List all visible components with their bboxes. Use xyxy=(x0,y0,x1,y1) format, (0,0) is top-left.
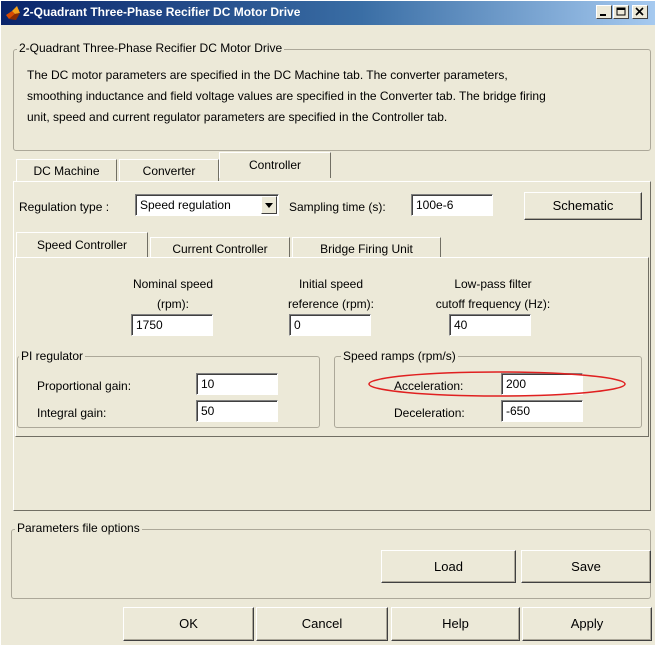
tab-converter-label: Converter xyxy=(142,164,196,178)
deceleration-label: Deceleration: xyxy=(394,406,465,420)
apply-button-label: Apply xyxy=(570,616,604,631)
proportional-gain-value: 10 xyxy=(201,377,215,391)
window-title: 2-Quadrant Three-Phase Recifier DC Motor… xyxy=(23,5,301,19)
save-button[interactable]: Save xyxy=(521,550,651,583)
integral-gain-value: 50 xyxy=(201,404,215,418)
initial-speed-label-2: reference (rpm): xyxy=(287,297,375,311)
lowpass-label-1: Low-pass filter xyxy=(454,277,532,291)
regulation-type-value: Speed regulation xyxy=(140,198,231,212)
tab-speed-controller[interactable]: Speed Controller xyxy=(16,232,148,257)
load-button[interactable]: Load xyxy=(381,550,516,583)
help-button[interactable]: Help xyxy=(391,607,520,641)
description-line-1: The DC motor parameters are specified in… xyxy=(27,68,508,82)
chevron-down-icon[interactable] xyxy=(261,196,277,214)
maximize-icon[interactable] xyxy=(613,5,629,19)
close-icon[interactable] xyxy=(632,5,648,19)
tab-controller-label: Controller xyxy=(248,158,302,172)
initial-speed-input[interactable]: 0 xyxy=(289,314,371,336)
deceleration-input[interactable]: -650 xyxy=(501,400,583,422)
proportional-gain-input[interactable]: 10 xyxy=(196,373,278,395)
initial-speed-label-1: Initial speed xyxy=(298,277,364,291)
description-line-3: unit, speed and current regulator parame… xyxy=(27,110,448,124)
nominal-speed-input[interactable]: 1750 xyxy=(131,314,213,336)
description-line-2: smoothing inductance and field voltage v… xyxy=(27,89,546,103)
title-bar[interactable]: 2-Quadrant Three-Phase Recifier DC Motor… xyxy=(1,1,655,25)
dialog-window: 2-Quadrant Three-Phase Recifier DC Motor… xyxy=(0,0,655,645)
sampling-time-value: 100e-6 xyxy=(416,198,454,212)
integral-gain-label: Integral gain: xyxy=(37,406,107,420)
nominal-speed-label-2: (rpm): xyxy=(157,297,189,311)
initial-speed-value: 0 xyxy=(294,318,301,332)
highlight-ellipse xyxy=(368,371,626,397)
speed-ramps-legend: Speed ramps (rpm/s) xyxy=(341,349,458,363)
save-button-label: Save xyxy=(571,559,601,574)
pi-regulator-legend: PI regulator xyxy=(19,349,86,363)
schematic-button-label: Schematic xyxy=(552,198,614,213)
help-button-label: Help xyxy=(442,616,469,631)
main-group-legend: 2-Quadrant Three-Phase Recifier DC Motor… xyxy=(17,41,285,55)
sampling-time-label: Sampling time (s): xyxy=(289,200,386,214)
matlab-icon xyxy=(5,5,21,21)
tab-current-controller-label: Current Controller xyxy=(172,242,268,256)
regulation-type-label: Regulation type : xyxy=(19,200,110,214)
nominal-speed-label-1: Nominal speed xyxy=(132,277,214,291)
ok-button[interactable]: OK xyxy=(123,607,254,641)
tab-dc-machine-label: DC Machine xyxy=(33,164,100,178)
deceleration-value: -650 xyxy=(506,404,531,418)
lowpass-value: 40 xyxy=(454,318,468,332)
lowpass-input[interactable]: 40 xyxy=(449,314,531,336)
tab-speed-controller-label: Speed Controller xyxy=(36,238,128,252)
proportional-gain-label: Proportional gain: xyxy=(37,379,132,393)
cancel-button[interactable]: Cancel xyxy=(256,607,388,641)
integral-gain-input[interactable]: 50 xyxy=(196,400,278,422)
apply-button[interactable]: Apply xyxy=(522,607,652,641)
load-button-label: Load xyxy=(434,559,463,574)
tab-bridge-firing-unit[interactable]: Bridge Firing Unit xyxy=(292,237,441,259)
tab-dc-machine[interactable]: DC Machine xyxy=(16,159,117,181)
minimize-icon[interactable] xyxy=(596,5,612,19)
schematic-button[interactable]: Schematic xyxy=(524,192,642,220)
parameters-file-legend: Parameters file options xyxy=(15,521,142,535)
tab-converter[interactable]: Converter xyxy=(119,159,219,181)
sampling-time-input[interactable]: 100e-6 xyxy=(411,194,493,216)
ok-button-label: OK xyxy=(179,616,198,631)
cancel-button-label: Cancel xyxy=(301,616,343,631)
tab-current-controller[interactable]: Current Controller xyxy=(150,237,290,259)
nominal-speed-value: 1750 xyxy=(136,318,163,332)
regulation-type-dropdown[interactable]: Speed regulation xyxy=(135,194,279,216)
lowpass-label-2: cutoff frequency (Hz): xyxy=(435,297,551,311)
tab-bridge-firing-unit-label: Bridge Firing Unit xyxy=(320,242,413,256)
tab-controller[interactable]: Controller xyxy=(219,152,331,178)
